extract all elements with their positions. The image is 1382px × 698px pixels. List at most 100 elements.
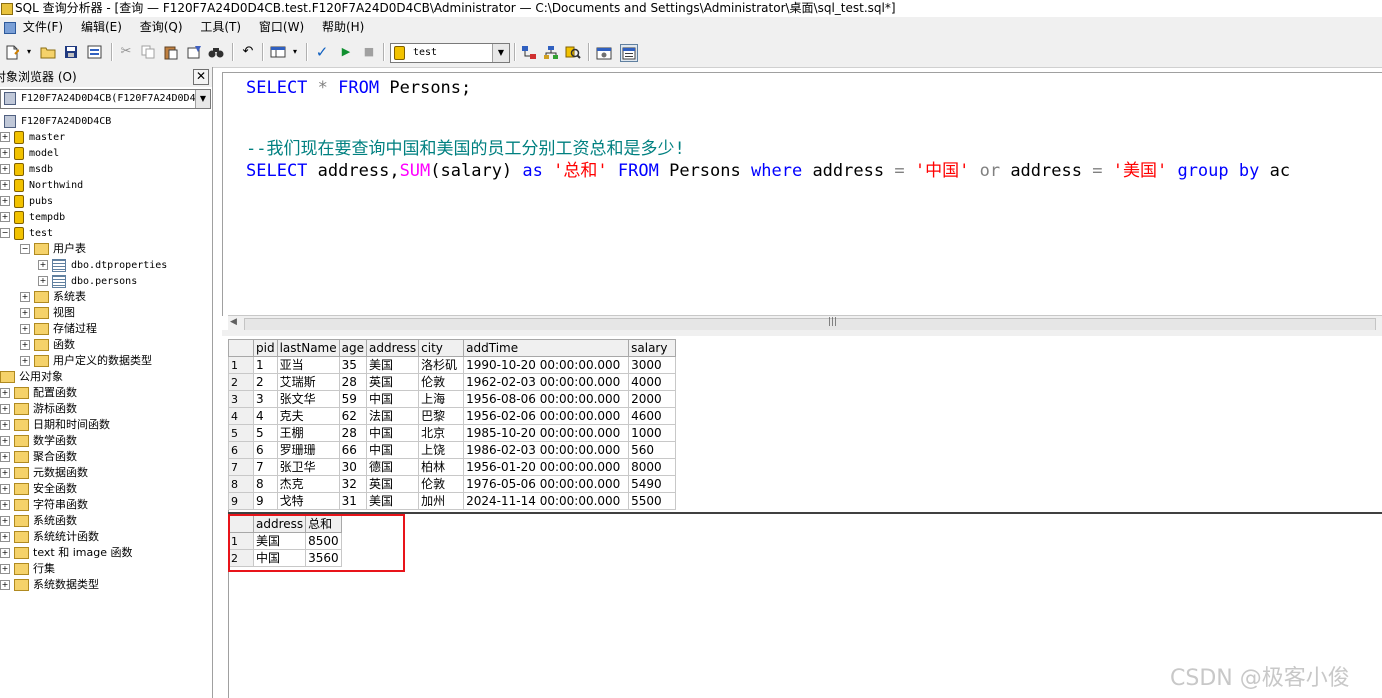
- chevron-down-icon[interactable]: ▾: [290, 44, 300, 60]
- table-cell[interactable]: 克夫: [276, 407, 340, 425]
- table-cell[interactable]: 28: [338, 373, 367, 391]
- table-cell[interactable]: 2000: [628, 390, 677, 408]
- results-grid-1[interactable]: pid lastName age address city addTime sa…: [228, 339, 677, 510]
- open-folder-icon[interactable]: [40, 44, 56, 60]
- expand-plus-icon[interactable]: +: [0, 420, 10, 430]
- expand-plus-icon[interactable]: +: [0, 532, 10, 542]
- copy-icon[interactable]: [140, 44, 156, 60]
- tree-node-function-folder[interactable]: + 系统函数: [0, 513, 77, 529]
- table-row[interactable]: 2 2 艾瑞斯 28 英国 伦敦 1962-02-03 00:00:00.000 4000: [228, 373, 677, 391]
- expand-plus-icon[interactable]: +: [0, 516, 10, 526]
- close-icon[interactable]: ✕: [193, 69, 209, 85]
- table-cell[interactable]: 5500: [628, 492, 677, 510]
- row-number[interactable]: 2: [228, 373, 254, 391]
- tree-node-table[interactable]: + dbo.dtproperties: [38, 257, 167, 273]
- table-cell[interactable]: 2: [253, 373, 278, 391]
- chevron-down-icon[interactable]: ▼: [195, 90, 210, 108]
- expand-plus-icon[interactable]: +: [0, 388, 10, 398]
- sql-line-3[interactable]: SELECT address,SUM(salary) as '总和' FROM …: [246, 160, 1290, 182]
- table-cell[interactable]: 法国: [365, 407, 420, 425]
- table-cell[interactable]: 张卫华: [276, 458, 340, 476]
- expand-plus-icon[interactable]: +: [0, 468, 10, 478]
- tree-node-user-tables[interactable]: − 用户表: [20, 241, 86, 257]
- table-cell[interactable]: 9: [253, 492, 278, 510]
- expand-plus-icon[interactable]: +: [0, 452, 10, 462]
- expand-plus-icon[interactable]: +: [20, 324, 30, 334]
- tree-node-folder[interactable]: + 存储过程: [20, 321, 97, 337]
- expand-plus-icon[interactable]: +: [20, 356, 30, 366]
- table-cell[interactable]: 1985-10-20 00:00:00.000: [463, 424, 630, 442]
- expand-plus-icon[interactable]: +: [0, 436, 10, 446]
- expand-plus-icon[interactable]: +: [0, 196, 10, 206]
- table-cell[interactable]: 上海: [418, 390, 465, 408]
- table-cell[interactable]: 1000: [628, 424, 677, 442]
- table-cell[interactable]: 35: [338, 356, 367, 374]
- table-cell[interactable]: 亚当: [276, 356, 340, 374]
- chevron-down-icon[interactable]: ▾: [24, 44, 34, 60]
- table-cell[interactable]: 加州: [418, 492, 465, 510]
- find-binoculars-icon[interactable]: [208, 44, 224, 60]
- tree-node-database[interactable]: + tempdb: [0, 209, 65, 225]
- tree-node-database-test[interactable]: − test: [0, 225, 53, 241]
- expand-plus-icon[interactable]: +: [0, 484, 10, 494]
- scroll-left-arrow-icon[interactable]: ◀: [230, 317, 237, 327]
- clear-window-icon[interactable]: [186, 44, 202, 60]
- table-cell[interactable]: 中国: [365, 390, 420, 408]
- object-search-icon[interactable]: [565, 44, 581, 60]
- row-number[interactable]: 5: [228, 424, 254, 442]
- database-select[interactable]: test ▼: [390, 43, 510, 63]
- table-cell[interactable]: 31: [338, 492, 367, 510]
- column-header[interactable]: lastName: [276, 339, 340, 357]
- tree-node-function-folder[interactable]: + 行集: [0, 561, 55, 577]
- expand-plus-icon[interactable]: +: [20, 308, 30, 318]
- table-cell[interactable]: 1956-08-06 00:00:00.000: [463, 390, 630, 408]
- expand-plus-icon[interactable]: +: [0, 148, 10, 158]
- expand-plus-icon[interactable]: +: [38, 260, 48, 270]
- table-cell[interactable]: 4: [253, 407, 278, 425]
- row-number[interactable]: 7: [228, 458, 254, 476]
- table-cell[interactable]: 罗珊珊: [276, 441, 340, 459]
- sql-comment-line[interactable]: --我们现在要查询中国和美国的员工分别工资总和是多少!: [246, 138, 685, 160]
- menu-window[interactable]: 窗口(W): [259, 20, 304, 34]
- table-cell[interactable]: 32: [338, 475, 367, 493]
- table-row[interactable]: 9 9 戈特 31 美国 加州 2024-11-14 00:00:00.000 5500: [228, 492, 677, 510]
- table-cell[interactable]: 7: [253, 458, 278, 476]
- table-cell[interactable]: 杰克: [276, 475, 340, 493]
- tree-node-database[interactable]: + master: [0, 129, 65, 145]
- index-tuning-icon[interactable]: [543, 44, 559, 60]
- table-cell[interactable]: 戈特: [276, 492, 340, 510]
- table-cell[interactable]: 洛杉矶: [418, 356, 465, 374]
- stop-icon[interactable]: ■: [361, 44, 377, 60]
- column-header[interactable]: pid: [253, 339, 278, 357]
- column-header[interactable]: salary: [628, 339, 677, 357]
- collapse-minus-icon[interactable]: −: [0, 228, 10, 238]
- table-cell[interactable]: 28: [338, 424, 367, 442]
- table-cell[interactable]: 6: [253, 441, 278, 459]
- row-number[interactable]: 4: [228, 407, 254, 425]
- tree-node-folder[interactable]: + 函数: [20, 337, 75, 353]
- table-cell[interactable]: 4600: [628, 407, 677, 425]
- tree-node-database[interactable]: + msdb: [0, 161, 53, 177]
- table-cell[interactable]: 5: [253, 424, 278, 442]
- column-header[interactable]: city: [418, 339, 465, 357]
- parse-check-icon[interactable]: ✓: [314, 44, 330, 60]
- table-cell[interactable]: 560: [628, 441, 677, 459]
- tree-node-folder[interactable]: + 视图: [20, 305, 75, 321]
- table-row[interactable]: 3 3 张文华 59 中国 上海 1956-08-06 00:00:00.000 2000: [228, 390, 677, 408]
- expand-plus-icon[interactable]: +: [38, 276, 48, 286]
- table-cell[interactable]: 1962-02-03 00:00:00.000: [463, 373, 630, 391]
- table-cell[interactable]: 英国: [365, 475, 420, 493]
- table-cell[interactable]: 30: [338, 458, 367, 476]
- undo-icon[interactable]: ↶: [240, 44, 256, 60]
- table-cell[interactable]: 62: [338, 407, 367, 425]
- sql-editor[interactable]: SELECT * FROM Persons; --我们现在要查询中国和美国的员工…: [222, 72, 1382, 316]
- menu-help[interactable]: 帮助(H): [322, 20, 364, 34]
- cut-icon[interactable]: ✂: [118, 44, 134, 60]
- menu-edit[interactable]: 编辑(E): [81, 20, 122, 34]
- tree-node-database[interactable]: + Northwind: [0, 177, 83, 193]
- table-cell[interactable]: 1976-05-06 00:00:00.000: [463, 475, 630, 493]
- table-cell[interactable]: 8000: [628, 458, 677, 476]
- menu-tools[interactable]: 工具(T): [200, 20, 241, 34]
- tree-node-function-folder[interactable]: + 系统数据类型: [0, 577, 99, 593]
- tree-node-function-folder[interactable]: + 日期和时间函数: [0, 417, 110, 433]
